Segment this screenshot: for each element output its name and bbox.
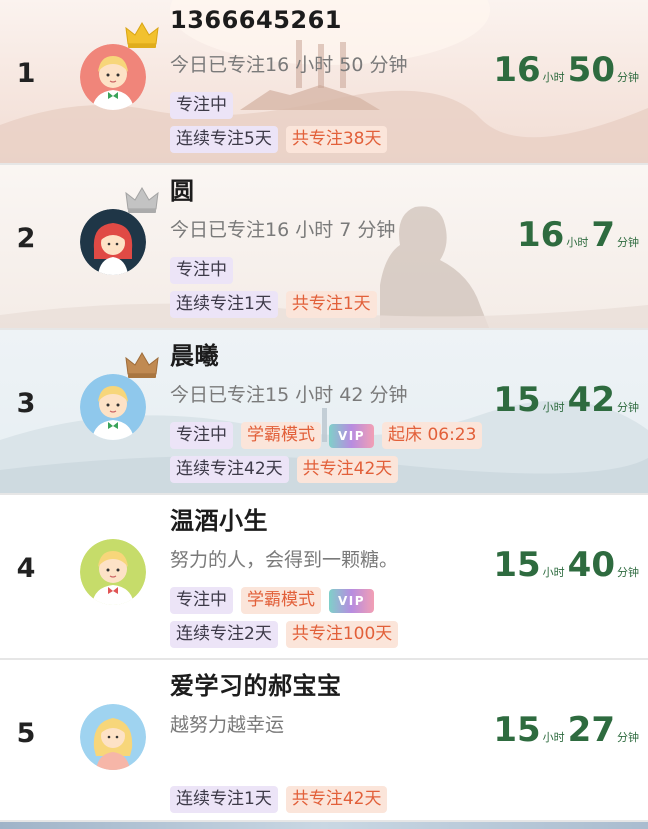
status-tags: 专注中 学霸模式 VIP — [170, 587, 375, 614]
ranking-list: 1 1366645261 今日已专注16 小时 50 分钟 专注中 连续专注5天… — [0, 0, 648, 822]
hours-value: 16 — [493, 50, 541, 90]
user-name: 爱学习的郝宝宝 — [170, 672, 342, 700]
hours-value: 15 — [493, 545, 541, 585]
hours-unit: 小时 — [542, 566, 565, 579]
focus-summary: 今日已专注16 小时 7 分钟 — [170, 219, 396, 241]
focus-duration: 15 小时27 分钟 — [493, 710, 642, 750]
study-mode-badge: 学霸模式 — [241, 587, 321, 614]
silver-crown-icon — [125, 187, 159, 213]
streak-badge: 连续专注1天 — [170, 786, 278, 813]
focus-duration: 16 小时50 分钟 — [493, 50, 642, 90]
streak-badge: 连续专注42天 — [170, 456, 289, 483]
status-tags: 专注中 — [170, 92, 233, 119]
vip-badge: VIP — [329, 589, 375, 613]
minutes-value: 7 — [591, 215, 615, 255]
focusing-badge: 专注中 — [170, 422, 233, 449]
hours-unit: 小时 — [566, 236, 589, 249]
streak-badge: 连续专注5天 — [170, 126, 278, 153]
minutes-unit: 分钟 — [617, 236, 639, 249]
hours-value: 15 — [493, 380, 541, 420]
user-avatar[interactable] — [80, 209, 146, 275]
streak-tags: 连续专注2天 共专注100天 — [170, 621, 399, 648]
user-motto: 努力的人，会得到一颗糖。 — [170, 549, 399, 571]
user-name: 1366645261 — [170, 6, 342, 34]
total-days-badge: 共专注1天 — [285, 291, 377, 318]
rank-number: 3 — [16, 388, 36, 419]
focus-duration: 15 小时40 分钟 — [493, 545, 642, 585]
minutes-unit: 分钟 — [617, 731, 639, 744]
focus-duration: 16 小时7 分钟 — [517, 215, 642, 255]
user-avatar[interactable] — [80, 539, 146, 605]
status-tags: 专注中 — [170, 257, 233, 284]
user-name: 温酒小生 — [170, 507, 268, 535]
total-days-badge: 共专注42天 — [285, 786, 388, 813]
focusing-badge: 专注中 — [170, 257, 233, 284]
wake-time-badge: 起床 06:23 — [382, 422, 483, 449]
hours-value: 15 — [493, 710, 541, 750]
rank-number: 4 — [16, 553, 36, 584]
ranking-row[interactable]: 1 1366645261 今日已专注16 小时 50 分钟 专注中 连续专注5天… — [0, 0, 648, 165]
minutes-unit: 分钟 — [617, 566, 639, 579]
minutes-value: 27 — [567, 710, 615, 750]
user-avatar[interactable] — [80, 704, 146, 770]
hours-unit: 小时 — [542, 401, 565, 414]
user-avatar[interactable] — [80, 44, 146, 110]
focus-summary: 今日已专注15 小时 42 分钟 — [170, 384, 408, 406]
minutes-value: 42 — [567, 380, 615, 420]
ranking-row[interactable]: 2 圆 今日已专注16 小时 7 分钟 专注中 连续专注1天 共专注1天 16 小… — [0, 165, 648, 330]
total-days-badge: 共专注42天 — [296, 456, 399, 483]
total-days-badge: 共专注38天 — [285, 126, 388, 153]
streak-badge: 连续专注1天 — [170, 291, 278, 318]
hours-unit: 小时 — [542, 71, 565, 84]
focus-duration: 15 小时42 分钟 — [493, 380, 642, 420]
ranking-row[interactable]: 3 晨曦 今日已专注15 小时 42 分钟 专注中 学霸模式 VIP 起床 06… — [0, 330, 648, 495]
minutes-value: 40 — [567, 545, 615, 585]
bottom-edge-bar — [0, 822, 648, 829]
total-days-badge: 共专注100天 — [285, 621, 399, 648]
minutes-unit: 分钟 — [617, 401, 639, 414]
focus-summary: 今日已专注16 小时 50 分钟 — [170, 54, 408, 76]
bronze-crown-icon — [125, 352, 159, 378]
ranking-row[interactable]: 4 温酒小生 努力的人，会得到一颗糖。 专注中 学霸模式 VIP 连续专注2天 … — [0, 495, 648, 660]
hours-value: 16 — [517, 215, 565, 255]
streak-tags: 连续专注42天 共专注42天 — [170, 456, 399, 483]
hours-unit: 小时 — [542, 731, 565, 744]
rank-number: 1 — [16, 58, 36, 89]
focusing-badge: 专注中 — [170, 92, 233, 119]
streak-tags: 连续专注1天 共专注1天 — [170, 291, 377, 318]
rank-number: 2 — [16, 223, 36, 254]
streak-badge: 连续专注2天 — [170, 621, 278, 648]
gold-crown-icon — [125, 22, 159, 48]
minutes-unit: 分钟 — [617, 71, 639, 84]
user-name: 圆 — [170, 177, 195, 205]
rank-number: 5 — [16, 718, 36, 749]
status-tags: 专注中 学霸模式 VIP 起床 06:23 — [170, 422, 483, 449]
ranking-row[interactable]: 5 爱学习的郝宝宝 越努力越幸运 连续专注1天 共专注42天 15 小时27 分钟 — [0, 660, 648, 822]
user-motto: 越努力越幸运 — [170, 714, 285, 736]
vip-badge: VIP — [329, 424, 375, 448]
study-mode-badge: 学霸模式 — [241, 422, 321, 449]
focusing-badge: 专注中 — [170, 587, 233, 614]
minutes-value: 50 — [567, 50, 615, 90]
streak-tags: 连续专注5天 共专注38天 — [170, 126, 388, 153]
user-name: 晨曦 — [170, 342, 219, 370]
user-avatar[interactable] — [80, 374, 146, 440]
streak-tags: 连续专注1天 共专注42天 — [170, 786, 388, 813]
